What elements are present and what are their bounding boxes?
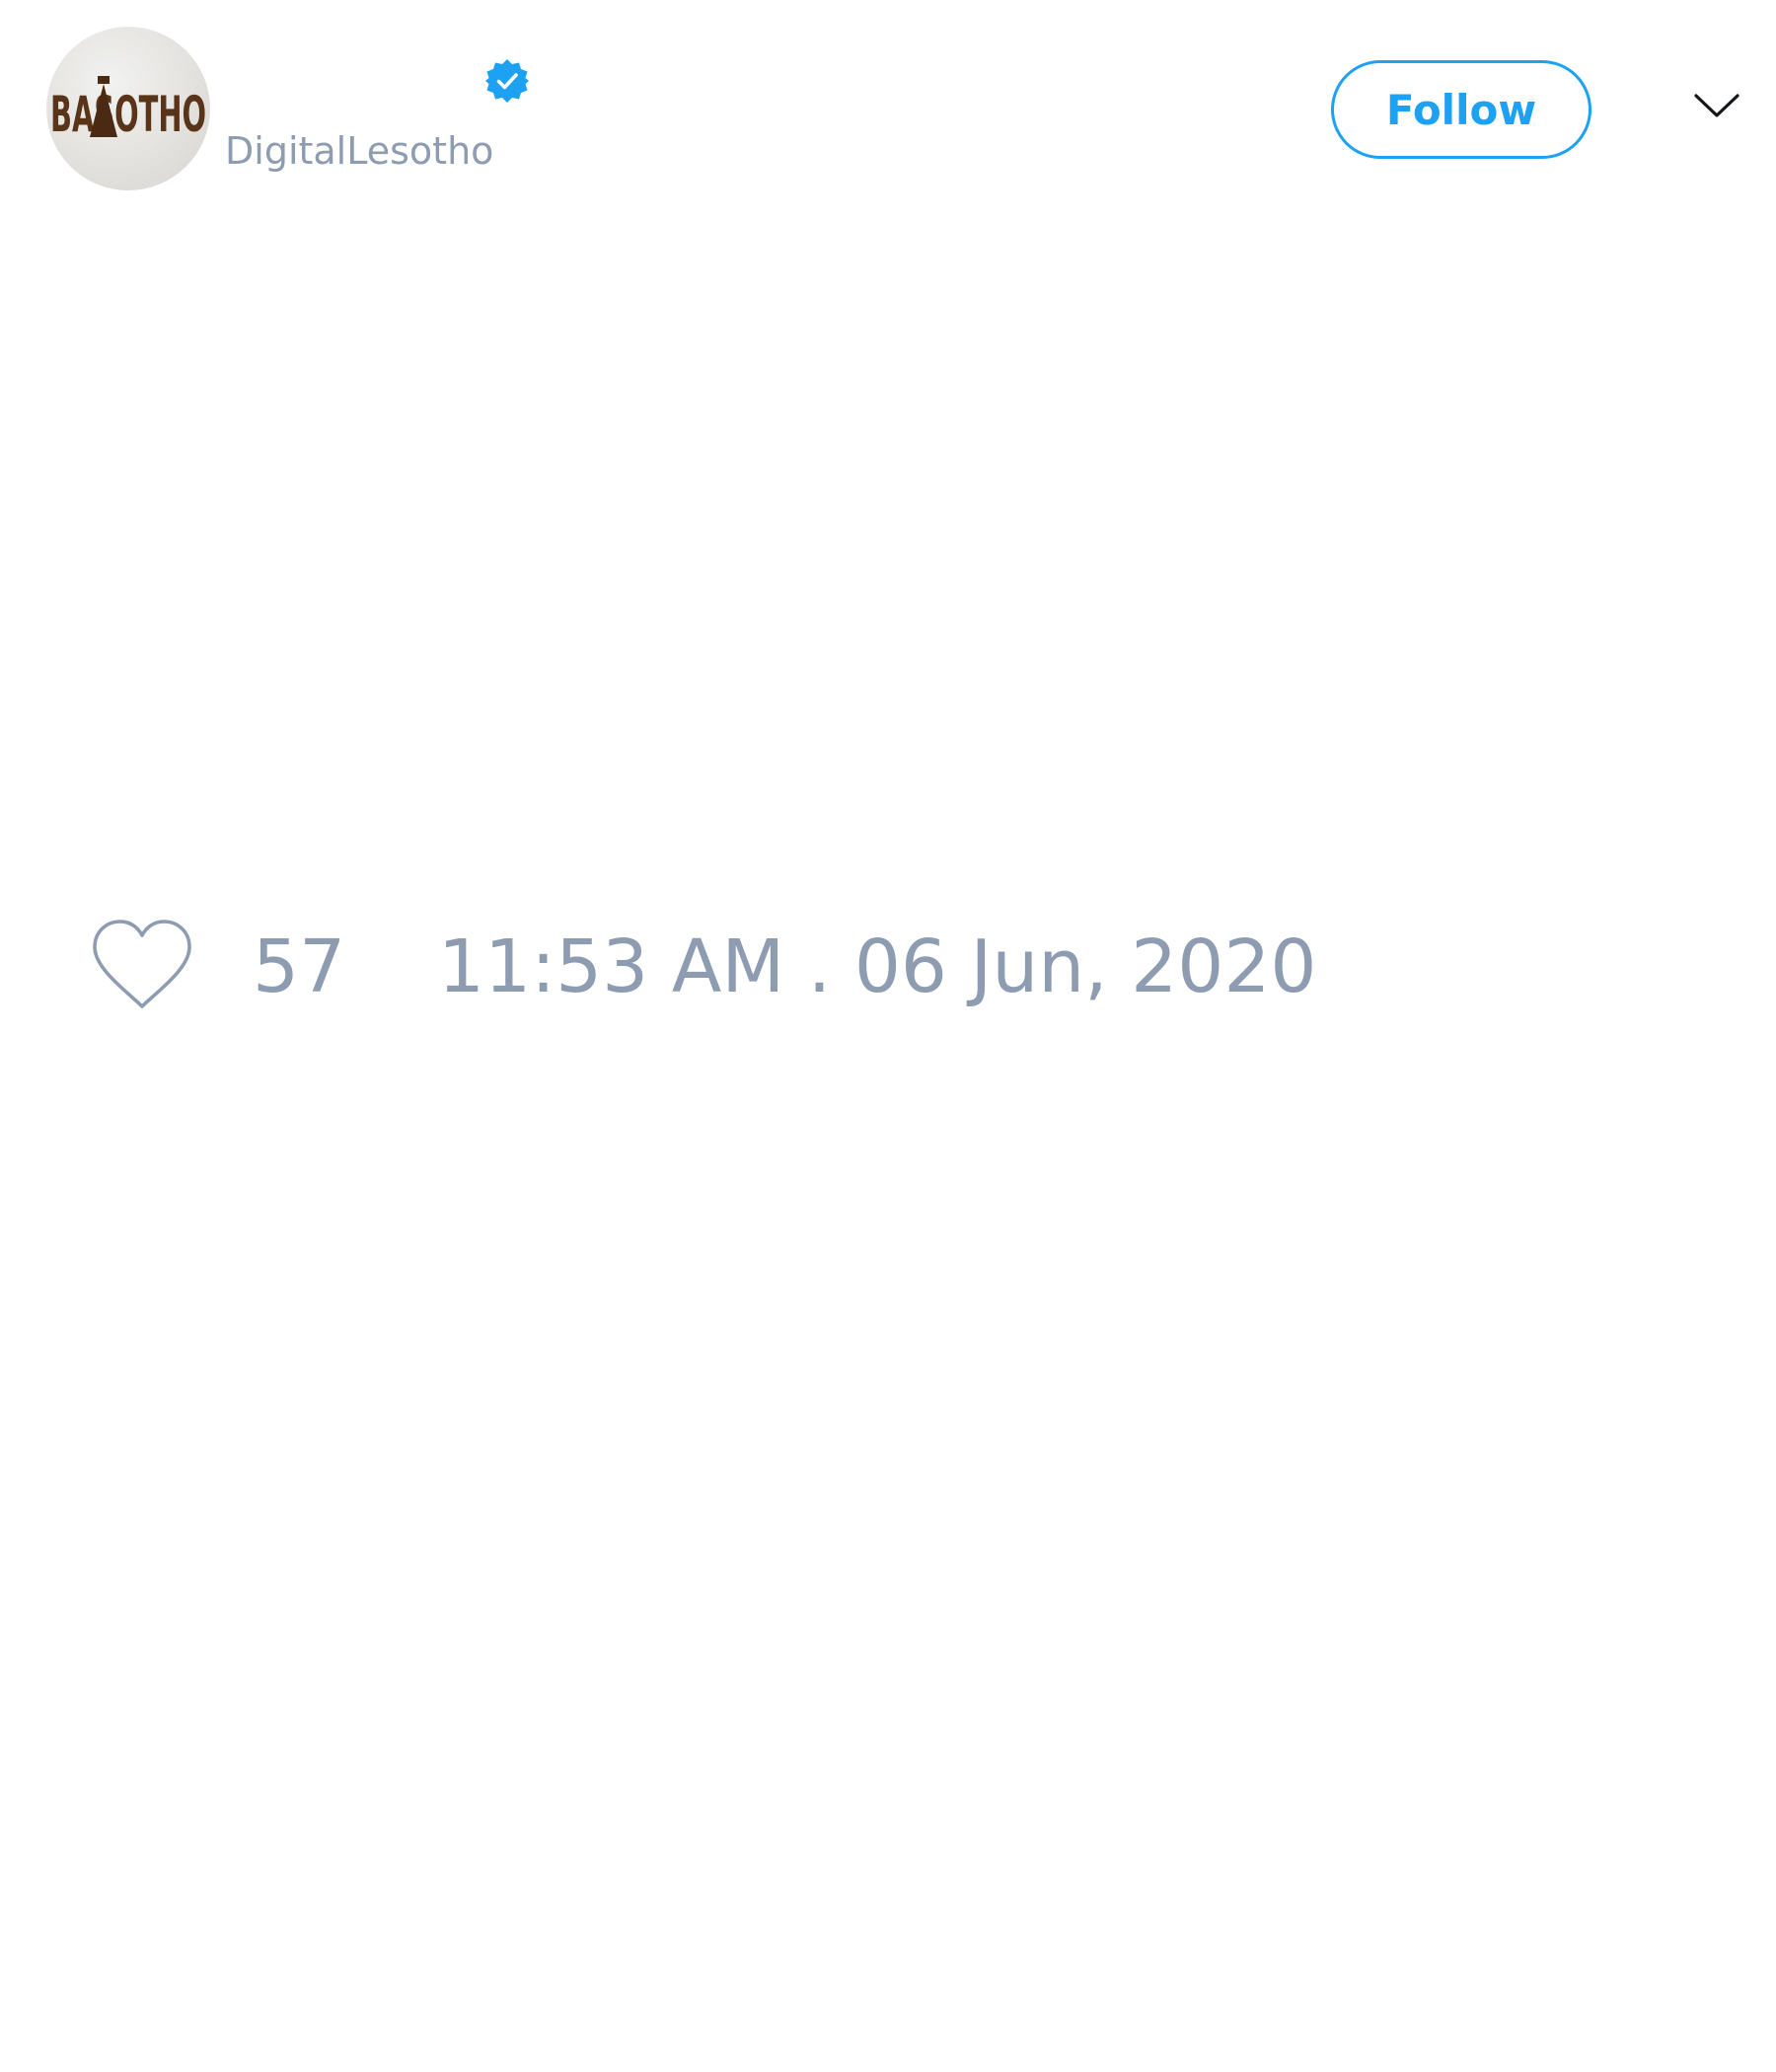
basotho-logo: BASOTHO: [50, 76, 206, 143]
chevron-down-icon[interactable]: [1693, 92, 1740, 119]
tweet-footer: 57 11:53 AM . 06 Jun, 2020: [0, 918, 1776, 1016]
avatar[interactable]: BASOTHO: [46, 27, 210, 190]
like-count: 57: [253, 925, 346, 1009]
verified-badge-icon: [485, 59, 529, 103]
tweet-card: BASOTHO DigitalLesotho Follow 57 11:53 A…: [0, 0, 1776, 2072]
svg-text:BASOTHO: BASOTHO: [50, 86, 206, 143]
heart-icon[interactable]: [89, 918, 195, 1016]
author-handle[interactable]: DigitalLesotho: [225, 126, 493, 176]
tweet-timestamp[interactable]: 11:53 AM . 06 Jun, 2020: [438, 918, 1317, 1016]
follow-button[interactable]: Follow: [1331, 60, 1591, 159]
